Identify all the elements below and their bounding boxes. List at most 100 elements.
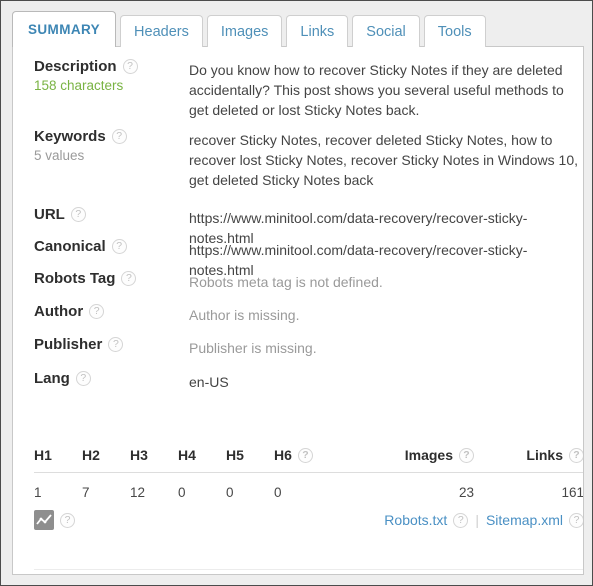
row-label: Publisher [34, 336, 103, 353]
tab-social[interactable]: Social [352, 15, 420, 47]
help-icon[interactable]: ? [111, 129, 127, 144]
tab-headers[interactable]: Headers [120, 15, 203, 47]
row-label-group: Canonical? [34, 237, 189, 255]
row-label-line: Canonical? [34, 238, 189, 255]
metrics-header-inner: Images? [405, 447, 474, 463]
metrics-header-images: Images? [322, 447, 474, 473]
row-label-line: Robots Tag? [34, 270, 189, 287]
metrics-header-label: H5 [226, 447, 244, 463]
metrics-header-h3: H3 [130, 447, 178, 473]
row-label: URL [34, 206, 65, 223]
row-label-group: Lang? [34, 369, 189, 387]
row-label-line: URL? [34, 206, 189, 223]
metrics-header-inner: H1 [34, 447, 52, 463]
metrics-value-links: 161 [561, 485, 584, 500]
row-label-line: Description? [34, 58, 189, 75]
metrics-header-h6: H6? [274, 447, 322, 473]
metrics-value-h1: 1 [34, 485, 42, 500]
row-label-line: Author? [34, 303, 189, 320]
help-icon[interactable]: ? [111, 239, 127, 254]
tab-images[interactable]: Images [206, 15, 283, 47]
row-label: Description [34, 58, 117, 75]
row-label-line: Lang? [34, 370, 189, 387]
meta-rows-list: Description? 158 characters Do you know ho… [34, 57, 583, 397]
row-value: en-US [189, 374, 229, 390]
row-subtext: 5 values [34, 148, 85, 163]
row-value: Author is missing. [189, 307, 300, 323]
tab-links[interactable]: Links [286, 15, 349, 47]
metrics-header-h2: H2 [82, 447, 130, 473]
metrics-header-inner: Links? [526, 447, 583, 463]
line-chart-icon-glyph [36, 514, 52, 525]
metrics-table: H1 H2 H3 H4 H5 H6? Images? Links? 1 7 12 0 0 0 23 161 [34, 447, 584, 500]
help-icon[interactable]: ? [453, 512, 469, 528]
help-icon[interactable]: ? [459, 447, 474, 463]
metrics-header-inner: H5 [226, 447, 244, 463]
summary-panel-content: Description? 158 characters Do you know ho… [24, 47, 584, 574]
help-icon[interactable]: ? [70, 207, 86, 222]
seo-summary-window: SUMMARY Headers Images Links Social Tools Des… [0, 0, 593, 586]
help-icon[interactable]: ? [122, 59, 138, 74]
help-icon[interactable]: ? [569, 447, 583, 463]
metrics-header-label: H1 [34, 447, 52, 463]
metrics-header-inner: H2 [82, 447, 100, 463]
metrics-header-inner: H6? [274, 447, 313, 463]
help-icon[interactable]: ? [108, 337, 124, 352]
metrics-header-label: H3 [130, 447, 148, 463]
meta-row-publisher: Publisher? Publisher is missing. [34, 335, 583, 358]
row-value: Robots meta tag is not defined. [189, 274, 383, 290]
metrics-table-header-row: H1 H2 H3 H4 H5 H6? Images? Links? [34, 447, 583, 473]
metrics-value-images: 23 [458, 485, 474, 500]
help-icon[interactable]: ? [75, 371, 91, 386]
footer-link-sitemap-xml[interactable]: Sitemap.xml [486, 512, 563, 528]
metrics-table-container: H1 H2 H3 H4 H5 H6? Images? Links? 1 7 12 0 0 0 23 161 [34, 447, 584, 500]
metrics-header-h4: H4 [178, 447, 226, 473]
metrics-header-label: H2 [82, 447, 100, 463]
metrics-header-links: Links? [474, 447, 583, 473]
help-icon[interactable]: ? [569, 512, 583, 528]
metrics-value-h5: 0 [226, 485, 234, 500]
table-row: 1 7 12 0 0 0 23 161 [34, 473, 584, 500]
help-icon[interactable]: ? [297, 447, 313, 463]
panel-footer: ? Robots.txt? | Sitemap.xml? [34, 510, 583, 530]
row-label-group: Robots Tag? [34, 269, 189, 287]
tab-tools[interactable]: Tools [423, 15, 486, 47]
metrics-value-h3: 12 [130, 485, 146, 500]
row-label-group: URL? [34, 205, 189, 223]
metrics-value-h2: 7 [82, 485, 90, 500]
metrics-header-h1: H1 [34, 447, 82, 473]
help-icon[interactable]: ? [89, 304, 105, 319]
metrics-header-label: H4 [178, 447, 196, 463]
metrics-value-h4: 0 [178, 485, 186, 500]
help-icon[interactable]: ? [121, 271, 137, 286]
meta-row-description: Description? 158 characters Do you know ho… [34, 57, 583, 120]
metrics-value-h6: 0 [274, 485, 282, 500]
row-label: Robots Tag [34, 270, 116, 287]
line-chart-icon[interactable] [34, 510, 54, 530]
meta-row-robots-tag: Robots Tag? Robots meta tag is not define… [34, 269, 583, 292]
row-subtext: 158 characters [34, 78, 124, 93]
row-label: Author [34, 303, 84, 320]
row-value: Publisher is missing. [189, 340, 317, 356]
footer-link-robots-txt[interactable]: Robots.txt [384, 512, 447, 528]
row-label: Canonical [34, 238, 106, 255]
footer-divider [34, 569, 583, 570]
metrics-header-label: H6 [274, 447, 292, 463]
metrics-header-h5: H5 [226, 447, 274, 473]
metrics-header-label: Links [526, 447, 563, 463]
metrics-header-inner: H4 [178, 447, 196, 463]
row-label: Keywords [34, 128, 106, 145]
footer-links: Robots.txt? | Sitemap.xml? [384, 512, 583, 528]
meta-row-lang: Lang? en-US [34, 369, 583, 392]
row-label-line: Publisher? [34, 336, 189, 353]
tab-summary[interactable]: SUMMARY [12, 11, 117, 48]
row-label-group: Author? [34, 302, 189, 320]
row-label-group: Description? 158 characters [34, 57, 189, 93]
row-label-group: Publisher? [34, 335, 189, 353]
metrics-header-inner: H3 [130, 447, 148, 463]
meta-row-keywords: Keywords? 5 values recover Sticky Notes, r… [34, 127, 583, 190]
row-label: Lang [34, 370, 70, 387]
row-label-group: Keywords? 5 values [34, 127, 189, 163]
row-value: recover Sticky Notes, recover deleted St… [189, 132, 579, 188]
chart-help-icon[interactable]: ? [60, 512, 75, 528]
